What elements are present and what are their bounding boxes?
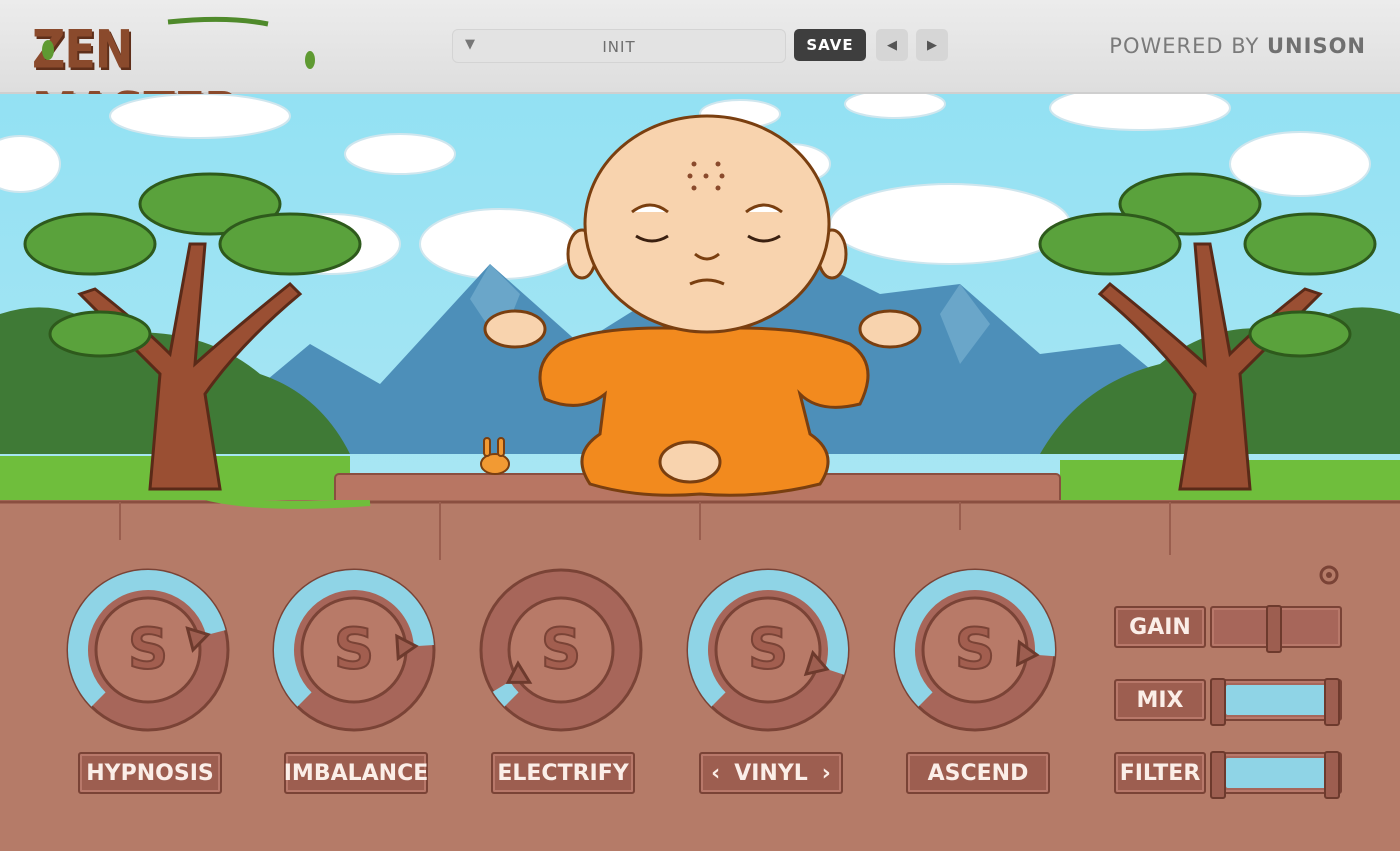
save-button[interactable]: SAVE xyxy=(794,29,866,61)
vinyl-label: VINYL xyxy=(734,760,808,786)
vinyl-selector[interactable]: ‹ VINYL › xyxy=(699,752,843,794)
hypnosis-knob[interactable]: S xyxy=(60,568,236,738)
hypnosis-label: HYPNOSIS xyxy=(78,752,222,794)
mix-thumb[interactable] xyxy=(1324,678,1340,726)
ascend-knob-graphic[interactable]: S xyxy=(887,568,1063,738)
ascend-knob[interactable]: S xyxy=(887,568,1063,738)
knob-value-arc xyxy=(492,681,519,707)
powered-by-unison: POWERED BY UNISON xyxy=(1109,34,1366,58)
prev-preset-icon[interactable]: ◀ xyxy=(876,29,908,61)
mix-fill xyxy=(1226,685,1340,715)
imbalance-knob[interactable]: S xyxy=(266,568,442,738)
vinyl-knob-graphic[interactable]: S xyxy=(680,568,856,738)
mix-slider[interactable] xyxy=(1210,678,1342,726)
gain-label: GAIN xyxy=(1114,606,1206,648)
electrify-label: ELECTRIFY xyxy=(491,752,635,794)
zen-master-logo: ZEN MASTER xyxy=(28,10,328,142)
unison-s-icon: S xyxy=(748,617,788,682)
hypnosis-knob-graphic[interactable]: S xyxy=(60,568,236,738)
gain-slider[interactable] xyxy=(1210,605,1342,653)
header-bar: ZEN MASTER ▼ INIT SAVE ◀ ▶ POWERED BY UN… xyxy=(0,0,1400,142)
slider-left-cap xyxy=(1210,751,1226,799)
vinyl-knob[interactable]: S xyxy=(680,568,856,738)
powered-prefix: POWERED BY xyxy=(1109,34,1260,58)
unison-s-icon: S xyxy=(541,617,581,682)
vine-icon xyxy=(42,16,315,69)
filter-thumb[interactable] xyxy=(1324,751,1340,799)
filter-slider[interactable] xyxy=(1210,751,1342,799)
preset-name: INIT xyxy=(602,38,636,56)
filter-label: FILTER xyxy=(1114,752,1206,794)
settings-icon[interactable] xyxy=(1318,564,1340,586)
unison-s-icon: S xyxy=(334,617,374,682)
imbalance-label: IMBALANCE xyxy=(284,752,428,794)
mix-label: MIX xyxy=(1114,679,1206,721)
meditation-scene-illustration xyxy=(0,94,1400,504)
next-preset-icon[interactable]: ▶ xyxy=(916,29,948,61)
preset-selector[interactable]: ▼ INIT xyxy=(452,29,786,63)
electrify-knob-graphic[interactable]: S xyxy=(473,568,649,738)
powered-brand: UNISON xyxy=(1267,34,1366,58)
unison-s-icon: S xyxy=(955,617,995,682)
vinyl-next-icon[interactable]: › xyxy=(822,761,831,786)
ascend-label: ASCEND xyxy=(906,752,1050,794)
gain-thumb[interactable] xyxy=(1266,605,1282,653)
vinyl-prev-icon[interactable]: ‹ xyxy=(711,761,720,786)
unison-s-icon: S xyxy=(128,617,168,682)
slider-left-cap xyxy=(1210,678,1226,726)
filter-fill xyxy=(1226,758,1340,788)
electrify-knob[interactable]: S xyxy=(473,568,649,738)
imbalance-knob-graphic[interactable]: S xyxy=(266,568,442,738)
